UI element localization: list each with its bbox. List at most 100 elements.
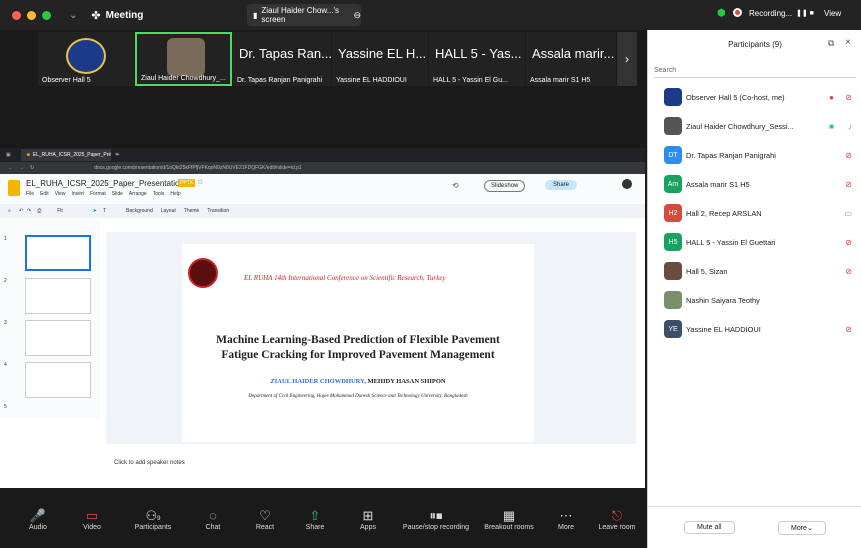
participant-row[interactable]: Am Assala marir S1 H5 ⊘ <box>648 174 861 194</box>
chat-button[interactable]: ◌ Chat <box>188 508 238 531</box>
video-tile[interactable]: HALL 5 - Yas... HALL 5 - Yassin El Gu... <box>429 32 525 86</box>
menu-slide[interactable]: Slide <box>112 191 123 197</box>
video-tile[interactable]: Dr. Tapas Ran... Dr. Tapas Ranjan Panigr… <box>233 32 331 86</box>
browser-url-bar: ← → ↻ docs.google.com/presentation/d/1oQ… <box>0 162 645 174</box>
menu-edit[interactable]: Edit <box>40 191 49 197</box>
react-button[interactable]: ♡ React <box>240 508 290 531</box>
search-menus-icon[interactable]: ⌕ <box>8 208 11 214</box>
video-tile-active[interactable]: Ziaul Haider Chowdhury_... <box>135 32 232 86</box>
layout-button[interactable]: Layout <box>161 208 176 214</box>
audio-button[interactable]: 🎤 Audio <box>13 508 63 531</box>
participant-row[interactable]: H2 Hall 2, Recep ARSLAN ▭ <box>648 203 861 223</box>
browser-tab[interactable]: ■ EL_RUHA_ICSR_2025_Paper_Pré × <box>20 149 118 161</box>
more-options-icon[interactable]: ⊖ <box>353 10 361 21</box>
background-button[interactable]: Background <box>126 208 153 214</box>
video-off-icon[interactable]: ⊘ <box>845 180 852 189</box>
menu-tools[interactable]: Tools <box>153 191 165 197</box>
panel-more-button[interactable]: More⌄ <box>778 521 826 535</box>
next-page-button[interactable]: › <box>617 32 637 86</box>
video-tile[interactable]: Assala marir... Assala marir S1 H5 <box>526 32 616 86</box>
video-tile[interactable]: Observer Hall 5 <box>38 32 134 86</box>
slide-thumbnail-selected[interactable] <box>25 235 91 271</box>
participant-name: Ziaul Haider Chowdhury_Sessi... <box>686 121 794 131</box>
url-field[interactable]: docs.google.com/presentation/d/1oQkt25kF… <box>94 165 301 171</box>
recording-control-button[interactable]: ⏸⏹ Pause/stop recording <box>399 508 473 531</box>
breakout-rooms-button[interactable]: ▦ Breakout rooms <box>477 508 541 531</box>
share-indicator[interactable]: ▮ Ziaul Haider Chow...'s screen ⊖ <box>247 4 361 26</box>
video-off-icon[interactable]: ⊘ <box>845 238 852 247</box>
print-icon[interactable]: ⎙ <box>37 208 41 214</box>
video-tile[interactable]: Yassine EL H... Yassine EL HADDIOUI <box>332 32 428 86</box>
slide-thumbnail[interactable] <box>25 320 91 356</box>
slide-canvas: EL RUHA 14th International Conference on… <box>106 232 636 444</box>
current-slide[interactable]: EL RUHA 14th International Conference on… <box>182 244 534 442</box>
theme-button[interactable]: Theme <box>184 208 200 214</box>
mic-on-icon[interactable]: ♪ <box>848 122 852 131</box>
tab-overview-icon[interactable]: ▣ <box>6 152 11 158</box>
undo-icon[interactable]: ↶ <box>19 208 23 214</box>
window-controls <box>12 10 51 20</box>
video-off-icon[interactable]: ⊘ <box>845 267 852 276</box>
close-panel-icon[interactable]: × <box>845 37 851 48</box>
apps-button[interactable]: ⊞ Apps <box>343 508 393 531</box>
slides-logo-icon <box>8 180 20 196</box>
video-button[interactable]: ▭ Video <box>67 508 117 531</box>
star-icon[interactable]: ☆ <box>197 178 203 186</box>
menu-arrange[interactable]: Arrange <box>129 191 147 197</box>
video-off-icon[interactable]: ⊘ <box>845 151 852 160</box>
share-doc-button[interactable]: Share <box>545 180 578 190</box>
menu-help[interactable]: Help <box>170 191 180 197</box>
participant-row[interactable]: Nashin Saiyara Teothy <box>648 290 861 310</box>
forward-icon[interactable]: → <box>19 165 24 171</box>
menu-view[interactable]: View <box>55 191 66 197</box>
participant-row[interactable]: DT Dr. Tapas Ranjan Panigrahi ⊘ <box>648 145 861 165</box>
close-window-button[interactable] <box>12 10 21 20</box>
doc-title[interactable]: EL_RUHA_ICSR_2025_Paper_Presentation <box>26 179 184 188</box>
redo-icon[interactable]: ↷ <box>27 208 31 214</box>
slide-thumbnail[interactable] <box>25 278 91 314</box>
pause-icon[interactable]: ❚❚ ■ <box>796 9 814 17</box>
new-tab-icon[interactable]: + <box>117 152 120 158</box>
more-button[interactable]: ⋯ More <box>541 508 591 531</box>
video-off-icon[interactable]: ⊘ <box>845 325 852 334</box>
view-button[interactable]: View <box>824 9 841 18</box>
reload-icon[interactable]: ↻ <box>30 165 34 171</box>
video-on-icon[interactable]: ▭ <box>844 209 852 218</box>
conference-name: EL RUHA 14th International Conference on… <box>244 274 446 282</box>
chevron-down-icon[interactable]: ⌄ <box>69 10 77 21</box>
menu-format[interactable]: Format <box>90 191 106 197</box>
avatar[interactable] <box>622 179 632 189</box>
mute-all-button[interactable]: Mute all <box>684 521 735 534</box>
maximize-window-button[interactable] <box>42 10 51 20</box>
share-screen-icon: ⇧ <box>309 508 321 523</box>
participant-name: Dr. Tapas Ranjan Panigrahi <box>686 150 776 160</box>
minimize-window-button[interactable] <box>27 10 36 20</box>
participant-row[interactable]: YE Yassine EL HADDIOUI ⊘ <box>648 319 861 339</box>
participants-button[interactable]: ⚇9 Participants <box>128 508 178 531</box>
slideshow-button[interactable]: Slideshow <box>484 180 526 192</box>
slide-title-line1: Machine Learning-Based Prediction of Fle… <box>216 334 500 346</box>
menu-file[interactable]: File <box>26 191 34 197</box>
history-icon[interactable]: ⟲ <box>452 181 459 190</box>
speaker-notes[interactable]: Click to add speaker notes <box>106 460 636 474</box>
search-input[interactable]: Search <box>654 64 856 78</box>
menu-insert[interactable]: Insert <box>71 191 84 197</box>
back-icon[interactable]: ← <box>8 165 13 171</box>
participant-row[interactable]: Observer Hall 5 (Co-host, me) ● ⊘ <box>648 87 861 107</box>
video-off-icon[interactable]: ⊘ <box>845 93 852 102</box>
select-cursor-icon[interactable]: ➤ <box>93 208 97 214</box>
participant-row[interactable]: Ziaul Haider Chowdhury_Sessi... ■ ♪ <box>648 116 861 136</box>
textbox-icon[interactable]: T <box>103 208 106 214</box>
transition-button[interactable]: Transition <box>207 208 229 214</box>
zoom-fit[interactable]: Fit <box>57 208 63 214</box>
slide-thumbnail[interactable] <box>25 362 91 398</box>
share-button[interactable]: ⇧ Share <box>290 508 340 531</box>
author-primary: ZIAUL HAIDER CHOWDHURY <box>270 378 365 385</box>
recording-label[interactable]: Recording... <box>749 9 792 18</box>
participant-row[interactable]: Hall 5, Sizan ⊘ <box>648 261 861 281</box>
leave-room-button[interactable]: ⎋ Leave room <box>592 508 642 531</box>
popout-icon[interactable]: ⧉ <box>828 38 834 49</box>
participant-name: Yassine EL HADDIOUI <box>686 324 761 334</box>
participant-row[interactable]: H5 HALL 5 - Yassin El Guettari ⊘ <box>648 232 861 252</box>
participant-name: Hall 2, Recep ARSLAN <box>686 208 762 218</box>
